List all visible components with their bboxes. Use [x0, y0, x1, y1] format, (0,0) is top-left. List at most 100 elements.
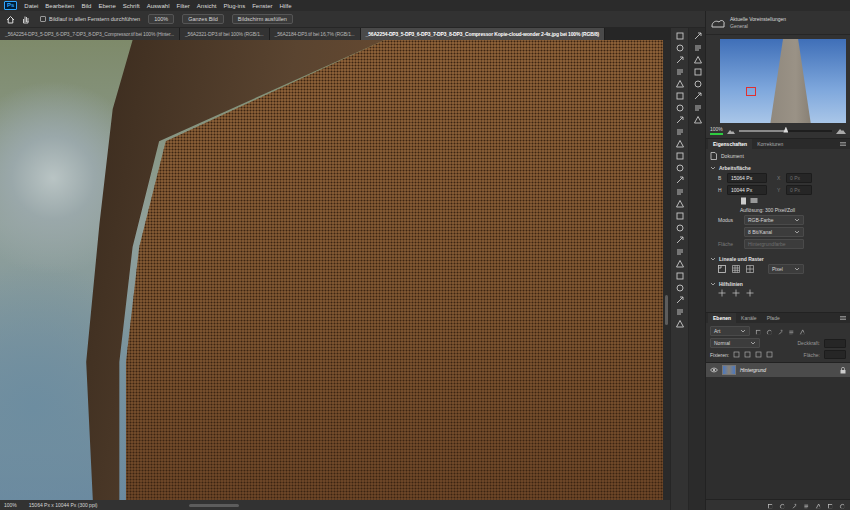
section-title[interactable]: Hilfslinien [719, 281, 743, 287]
vertical-scrollbar[interactable] [663, 40, 670, 500]
hand-icon[interactable] [675, 259, 685, 269]
scroll-all-checkbox[interactable]: Bildlauf in allen Fenstern durchführen [40, 16, 140, 22]
mask-icon[interactable] [791, 502, 796, 507]
delete-icon[interactable] [839, 502, 844, 507]
dropdown-value[interactable]: Pixel [772, 266, 783, 272]
blur-icon[interactable] [675, 187, 685, 197]
collapse-icon[interactable] [710, 281, 716, 287]
guide-icon[interactable] [732, 289, 740, 297]
swatches-icon[interactable] [693, 55, 702, 64]
field-value[interactable]: 0 Px [790, 175, 800, 181]
tab-label[interactable]: _56A2254-DP3_5-DP3_6-DP3_7-DP3_8-DP3_Com… [5, 31, 174, 37]
eyedropper-icon[interactable] [675, 103, 685, 113]
zoom-value[interactable]: 100% [710, 126, 723, 135]
type-icon[interactable] [675, 223, 685, 233]
value-field[interactable]: 15064 Px [727, 173, 767, 183]
healing-icon[interactable] [675, 115, 685, 125]
scroll-thumb[interactable] [665, 295, 668, 325]
quick-mask-icon[interactable] [675, 307, 685, 317]
adjustments-icon[interactable] [693, 91, 702, 100]
menu-item[interactable]: Ebene [98, 3, 115, 9]
history-brush-icon[interactable] [675, 151, 685, 161]
menu-item[interactable]: Fenster [252, 3, 272, 9]
adjustment-icon[interactable] [803, 502, 808, 507]
tab-label[interactable]: _56A2254-DP3_5-DP3_6-DP3_7-DP3_8-DP3_Com… [366, 31, 600, 37]
preset-title[interactable]: Aktuelle Voreinstellungen [730, 16, 786, 22]
document-tab[interactable]: _56A2184-DP3.tif bei 16,7% (RGB/1... [270, 28, 361, 40]
zoom-out-icon[interactable] [727, 128, 735, 134]
panel-menu-icon[interactable] [839, 141, 847, 147]
pen-icon[interactable] [675, 211, 685, 221]
field-value[interactable]: 0 Px [790, 187, 800, 193]
ruler-icon[interactable] [718, 265, 726, 273]
dropdown-value[interactable]: 8 Bit/Kanal [748, 229, 772, 235]
lasso-icon[interactable] [675, 55, 685, 65]
dropdown-value[interactable]: Hintergrundfarbe [748, 241, 786, 247]
guide-icon[interactable] [746, 289, 754, 297]
checkbox-label[interactable]: Bildlauf in allen Fenstern durchführen [49, 16, 140, 22]
gradient-icon[interactable] [675, 175, 685, 185]
eraser-icon[interactable] [675, 163, 685, 173]
home-icon[interactable] [6, 15, 15, 24]
option-button[interactable]: Ganzes Bild [182, 14, 224, 24]
panel-tab[interactable]: Eigenschaften [708, 139, 752, 149]
info-icon[interactable] [693, 115, 702, 124]
depth-dropdown[interactable]: 8 Bit/Kanal [744, 227, 804, 237]
filter-type-icon[interactable] [799, 328, 805, 334]
value-field[interactable]: 0 Px [786, 173, 812, 183]
landscape-icon[interactable] [750, 197, 758, 204]
layer-comps-icon[interactable] [693, 103, 702, 112]
canvas-section[interactable]: Arbeitsfläche [710, 165, 846, 171]
workspace-icon[interactable] [710, 16, 726, 30]
collapse-icon[interactable] [710, 165, 716, 171]
mode-dropdown[interactable]: RGB-Farbe [744, 215, 804, 225]
filter-dropdown[interactable]: Art [710, 326, 750, 336]
menu-item[interactable]: Bearbeiten [45, 3, 74, 9]
document-tab[interactable]: _56A2254-DP3_5-DP3_6-DP3_7-DP3_8-DP3_Com… [361, 28, 606, 40]
dropdown-arrow-icon[interactable] [794, 229, 800, 235]
frame-icon[interactable] [675, 91, 685, 101]
portrait-icon[interactable] [740, 197, 747, 205]
comment-icon[interactable] [693, 67, 702, 76]
crop-icon[interactable] [675, 79, 685, 89]
menu-item[interactable]: Plug-ins [224, 3, 246, 9]
section-title[interactable]: Lineale und Raster [719, 256, 764, 262]
guide-icon[interactable] [718, 289, 726, 297]
move-icon[interactable] [675, 31, 685, 41]
navigator-view-box[interactable] [746, 87, 756, 96]
play-icon[interactable] [693, 31, 702, 40]
lock-icon[interactable] [840, 367, 846, 374]
document-tab[interactable]: _56A2254-DP3_5-DP3_6-DP3_7-DP3_8-DP3_Com… [0, 28, 180, 40]
link-icon[interactable] [767, 502, 772, 507]
option-button[interactable]: 100% [148, 14, 174, 24]
filter-type-icon[interactable] [777, 328, 783, 334]
layer-row[interactable]: Hintergrund [706, 363, 850, 377]
screen-mode-icon[interactable] [675, 319, 685, 329]
value-field[interactable]: 10044 Px [727, 185, 767, 195]
field-value[interactable]: 10044 Px [731, 187, 752, 193]
lock-option-icon[interactable] [744, 351, 751, 358]
option-button[interactable]: Bildschirm ausfüllen [232, 14, 293, 24]
zoom-in-icon[interactable] [836, 127, 846, 134]
field-value[interactable]: 15064 Px [731, 175, 752, 181]
panel-tab[interactable]: Ebenen [708, 313, 736, 323]
dropdown-value[interactable]: Art [714, 328, 720, 334]
zoom-icon[interactable] [675, 271, 685, 281]
value-field[interactable]: 0 Px [786, 185, 812, 195]
app-logo[interactable]: Ps [4, 1, 17, 10]
pixel-grid-icon[interactable] [746, 265, 754, 273]
menu-item[interactable]: Hilfe [280, 3, 292, 9]
checkbox[interactable] [40, 16, 46, 22]
panel-menu-icon[interactable] [839, 315, 847, 321]
group-icon[interactable] [815, 502, 820, 507]
blend-dropdown[interactable]: Normal [710, 338, 760, 348]
tab-label[interactable]: _56A2184-DP3.tif bei 16,7% (RGB/1... [275, 31, 355, 37]
menu-item[interactable]: Auswahl [147, 3, 170, 9]
fill-dropdown[interactable]: Hintergrundfarbe [744, 239, 804, 249]
history-icon[interactable] [693, 43, 702, 52]
menu-item[interactable]: Bild [81, 3, 91, 9]
dropdown-value[interactable]: RGB-Farbe [748, 217, 774, 223]
stamp-icon[interactable] [675, 139, 685, 149]
dropdown-arrow-icon[interactable] [794, 266, 800, 272]
menu-item[interactable]: Filter [176, 3, 189, 9]
